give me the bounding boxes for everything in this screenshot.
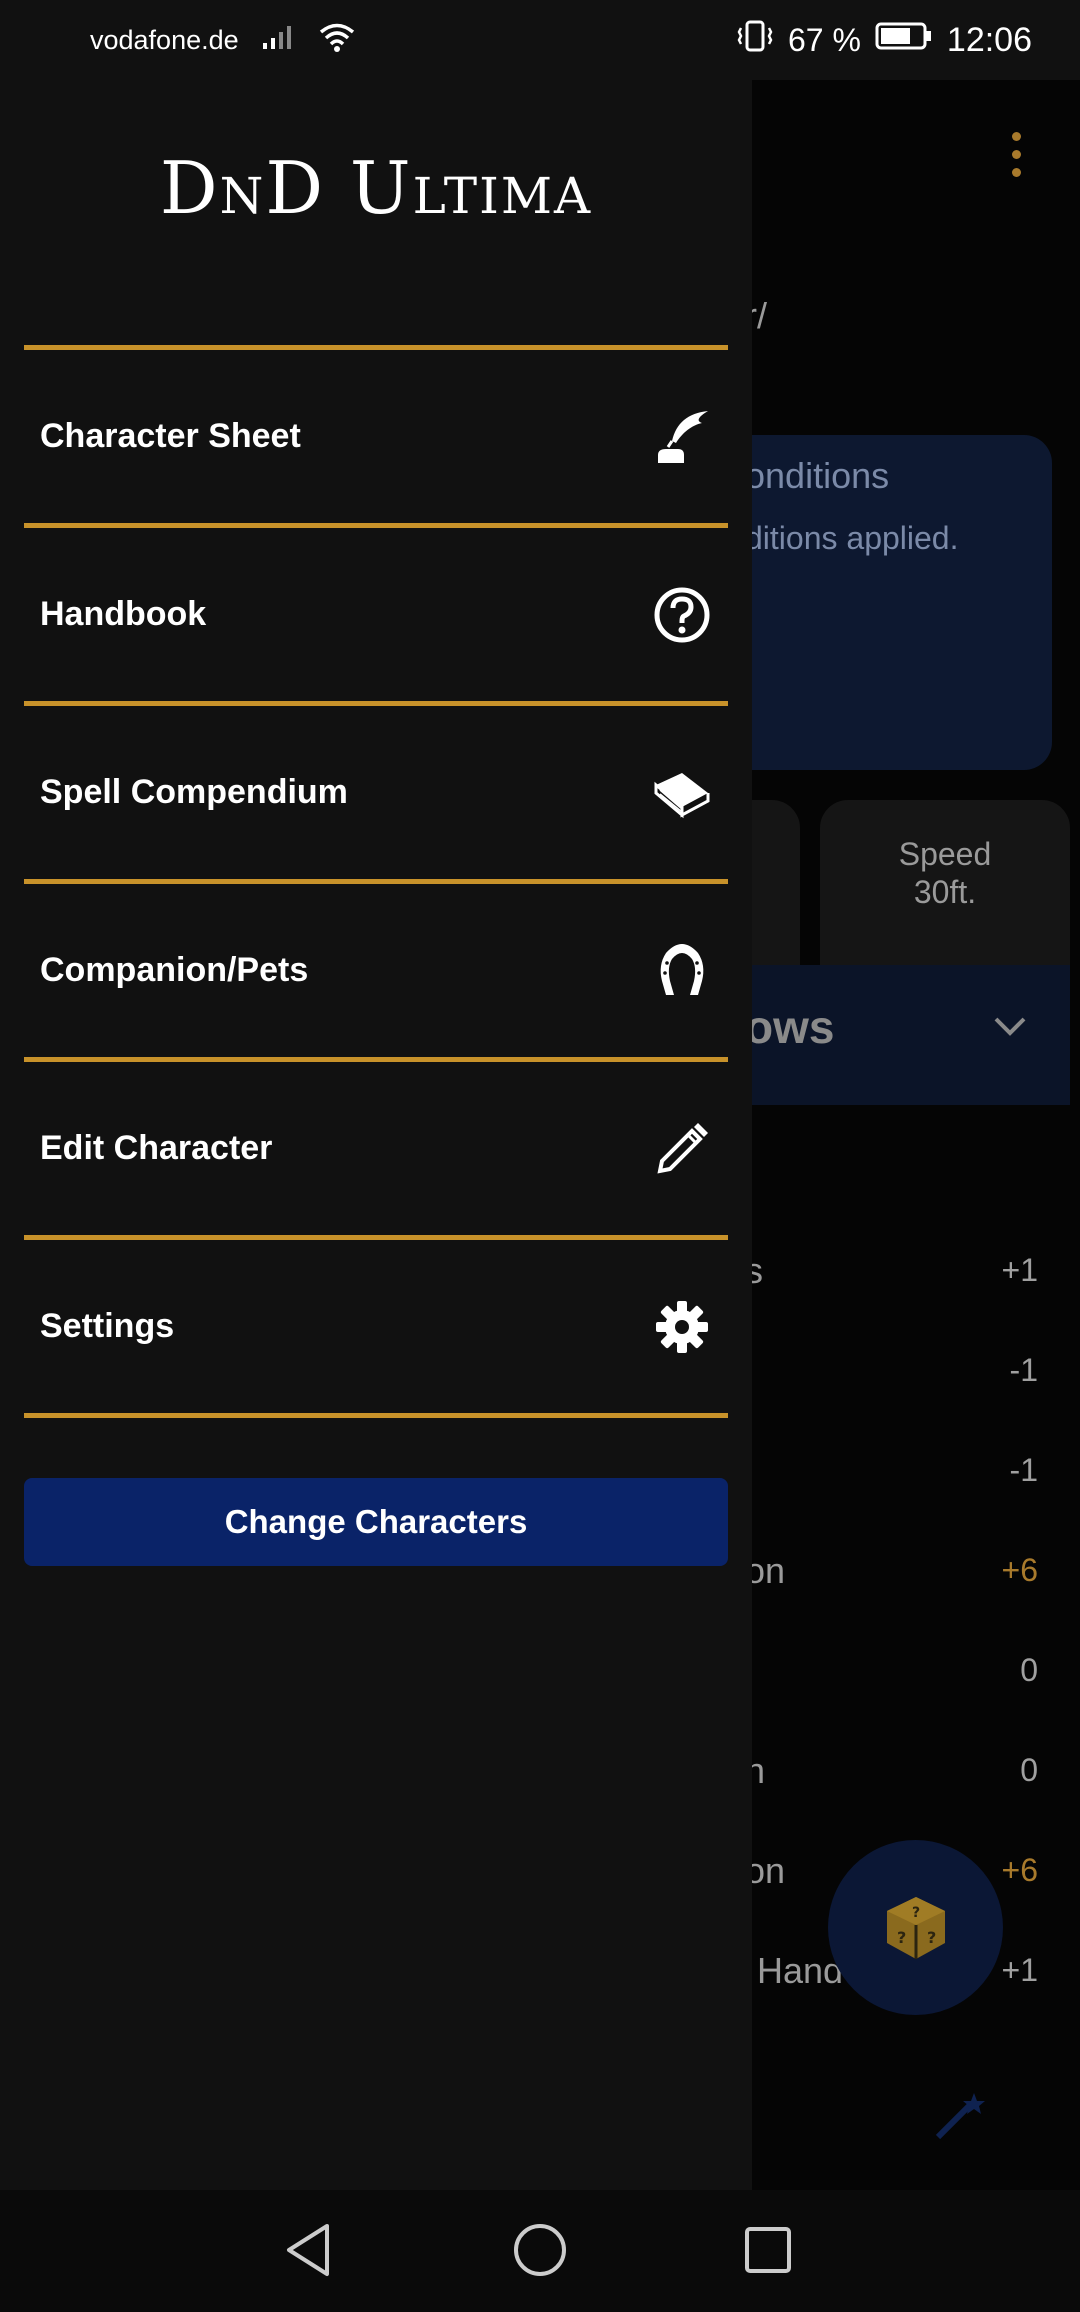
carrier-name: vodafone.de xyxy=(90,24,239,55)
skill-row-label: Hand xyxy=(757,1950,844,1991)
signal-icon xyxy=(261,23,295,58)
skill-row-value: +1 xyxy=(1001,1952,1038,1988)
change-characters-button[interactable]: Change Characters xyxy=(24,1478,728,1566)
menu-item-spell-compendium[interactable]: Spell Compendium xyxy=(24,701,728,879)
vibrate-icon xyxy=(736,19,774,62)
menu-item-label: Settings xyxy=(40,1307,175,1345)
quill-icon xyxy=(652,407,712,467)
drawer-menu: Character Sheet Handbook Spell Compendiu… xyxy=(24,345,728,1418)
clock: 12:06 xyxy=(946,20,1032,59)
wifi-icon xyxy=(317,21,357,60)
dice-button: ? ? ? xyxy=(828,1840,1003,2015)
skill-row-value: 0 xyxy=(1020,1752,1038,1788)
menu-item-label: Character Sheet xyxy=(40,417,301,455)
speed-value: 30ft. xyxy=(913,874,977,910)
home-icon[interactable] xyxy=(510,2220,570,2280)
navigation-drawer: DnD Ultima Character Sheet Handbook Spel… xyxy=(0,80,752,2190)
skill-row-value: 0 xyxy=(1020,1652,1038,1688)
svg-text:?: ? xyxy=(897,1928,906,1947)
menu-item-label: Companion/Pets xyxy=(40,951,309,989)
help-circle-icon xyxy=(652,585,712,645)
throws-title: ows xyxy=(745,1001,835,1053)
menu-item-character-sheet[interactable]: Character Sheet xyxy=(24,345,728,523)
menu-item-label: Handbook xyxy=(40,595,207,633)
horseshoe-icon xyxy=(652,941,712,1001)
back-icon[interactable] xyxy=(278,2220,338,2280)
wand-icon xyxy=(930,2085,990,2150)
svg-text:?: ? xyxy=(927,1928,936,1947)
system-nav-bar xyxy=(0,2190,1080,2312)
menu-item-label: Spell Compendium xyxy=(40,773,348,811)
gear-icon xyxy=(652,1297,712,1357)
status-bar: vodafone.de 67 % 12:06 xyxy=(0,0,1080,80)
speed-label: Speed xyxy=(898,836,992,872)
skill-row-value: -1 xyxy=(1009,1452,1038,1488)
skill-row-value: +6 xyxy=(1001,1852,1038,1888)
overflow-menu-icon xyxy=(1012,132,1022,186)
app-title: DnD Ultima xyxy=(159,146,593,230)
svg-text:?: ? xyxy=(912,1905,920,1921)
menu-item-edit-character[interactable]: Edit Character xyxy=(24,1057,728,1235)
conditions-title: onditions xyxy=(745,455,890,496)
status-right: 67 % 12:06 xyxy=(736,0,1032,80)
menu-item-label: Edit Character xyxy=(40,1129,273,1167)
pencil-icon xyxy=(652,1119,712,1179)
battery-icon xyxy=(875,21,933,60)
menu-item-handbook[interactable]: Handbook xyxy=(24,523,728,701)
status-left: vodafone.de xyxy=(90,0,357,80)
menu-item-companion-pets[interactable]: Companion/Pets xyxy=(24,879,728,1057)
skill-row-value: +6 xyxy=(1001,1552,1038,1588)
skill-row-value: -1 xyxy=(1009,1352,1038,1388)
menu-item-settings[interactable]: Settings xyxy=(24,1235,728,1418)
chevron-down-icon xyxy=(992,1015,1028,1042)
conditions-text: ditions applied. xyxy=(745,520,959,556)
dice-icon: ? ? ? xyxy=(886,1896,945,1959)
book-icon xyxy=(652,763,712,823)
battery-percent: 67 % xyxy=(787,21,861,58)
recents-icon[interactable] xyxy=(738,2220,798,2280)
skill-row-value: +1 xyxy=(1001,1252,1038,1288)
